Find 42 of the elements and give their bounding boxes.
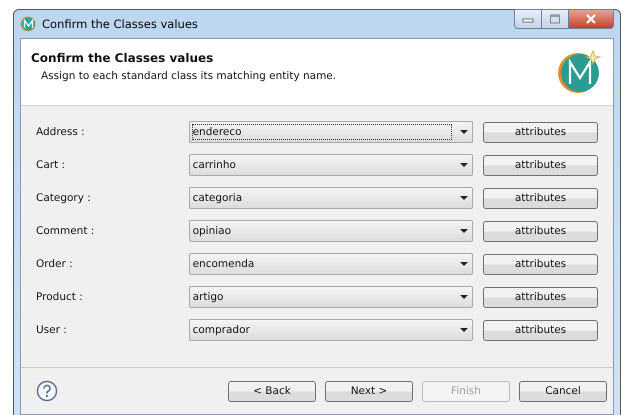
attributes-button[interactable]: attributes — [483, 154, 598, 176]
help-icon[interactable] — [36, 380, 58, 402]
maximize-button[interactable] — [542, 9, 569, 29]
page-description: Assign to each standard class its matching entity name. — [40, 70, 336, 82]
field-label: Order : — [36, 258, 74, 270]
entity-dropdown[interactable]: comprador — [188, 319, 474, 341]
wizard-button[interactable]: Cancel — [519, 380, 607, 402]
field-label: Comment : — [36, 225, 96, 237]
dropdown-arrow-icon[interactable] — [460, 328, 468, 332]
entity-dropdown[interactable]: endereco — [188, 121, 474, 143]
entity-dropdown[interactable]: encomenda — [188, 253, 474, 275]
window-title: Confirm the Classes values — [42, 17, 198, 31]
field-label: Address : — [36, 126, 86, 138]
entity-dropdown[interactable]: categoria — [188, 187, 474, 209]
entity-dropdown[interactable]: opiniao — [188, 220, 474, 242]
field-label: Category : — [36, 192, 92, 204]
attributes-button[interactable]: attributes — [483, 220, 598, 242]
attributes-button[interactable]: attributes — [483, 254, 598, 274]
page-title: Confirm the Classes values — [31, 50, 214, 64]
dropdown-arrow-icon[interactable] — [460, 163, 468, 167]
dropdown-arrow-icon[interactable] — [460, 196, 468, 200]
minimize-button[interactable] — [514, 9, 542, 29]
close-icon — [585, 14, 597, 24]
field-label: User : — [36, 324, 68, 336]
dropdown-arrow-icon[interactable] — [460, 130, 468, 134]
entity-dropdown[interactable]: artigo — [188, 286, 474, 308]
maximize-icon — [549, 14, 561, 24]
dropdown-arrow-icon[interactable] — [460, 295, 468, 299]
field-label: Cart : — [36, 159, 66, 171]
dropdown-arrow-icon[interactable] — [460, 262, 468, 266]
attributes-button[interactable]: attributes — [483, 188, 598, 208]
wizard-button[interactable]: Next > — [325, 380, 413, 402]
attributes-button[interactable]: attributes — [483, 122, 598, 142]
field-label: Product : — [36, 291, 84, 303]
wizard-logo-icon — [555, 48, 603, 96]
wizard-button[interactable]: < Back — [228, 380, 316, 402]
attributes-button[interactable]: attributes — [483, 320, 598, 340]
app-logo-icon — [20, 16, 36, 32]
entity-dropdown[interactable]: carrinho — [188, 154, 474, 176]
attributes-button[interactable]: attributes — [483, 286, 598, 308]
close-button[interactable] — [569, 9, 614, 29]
dropdown-arrow-icon[interactable] — [460, 229, 468, 233]
